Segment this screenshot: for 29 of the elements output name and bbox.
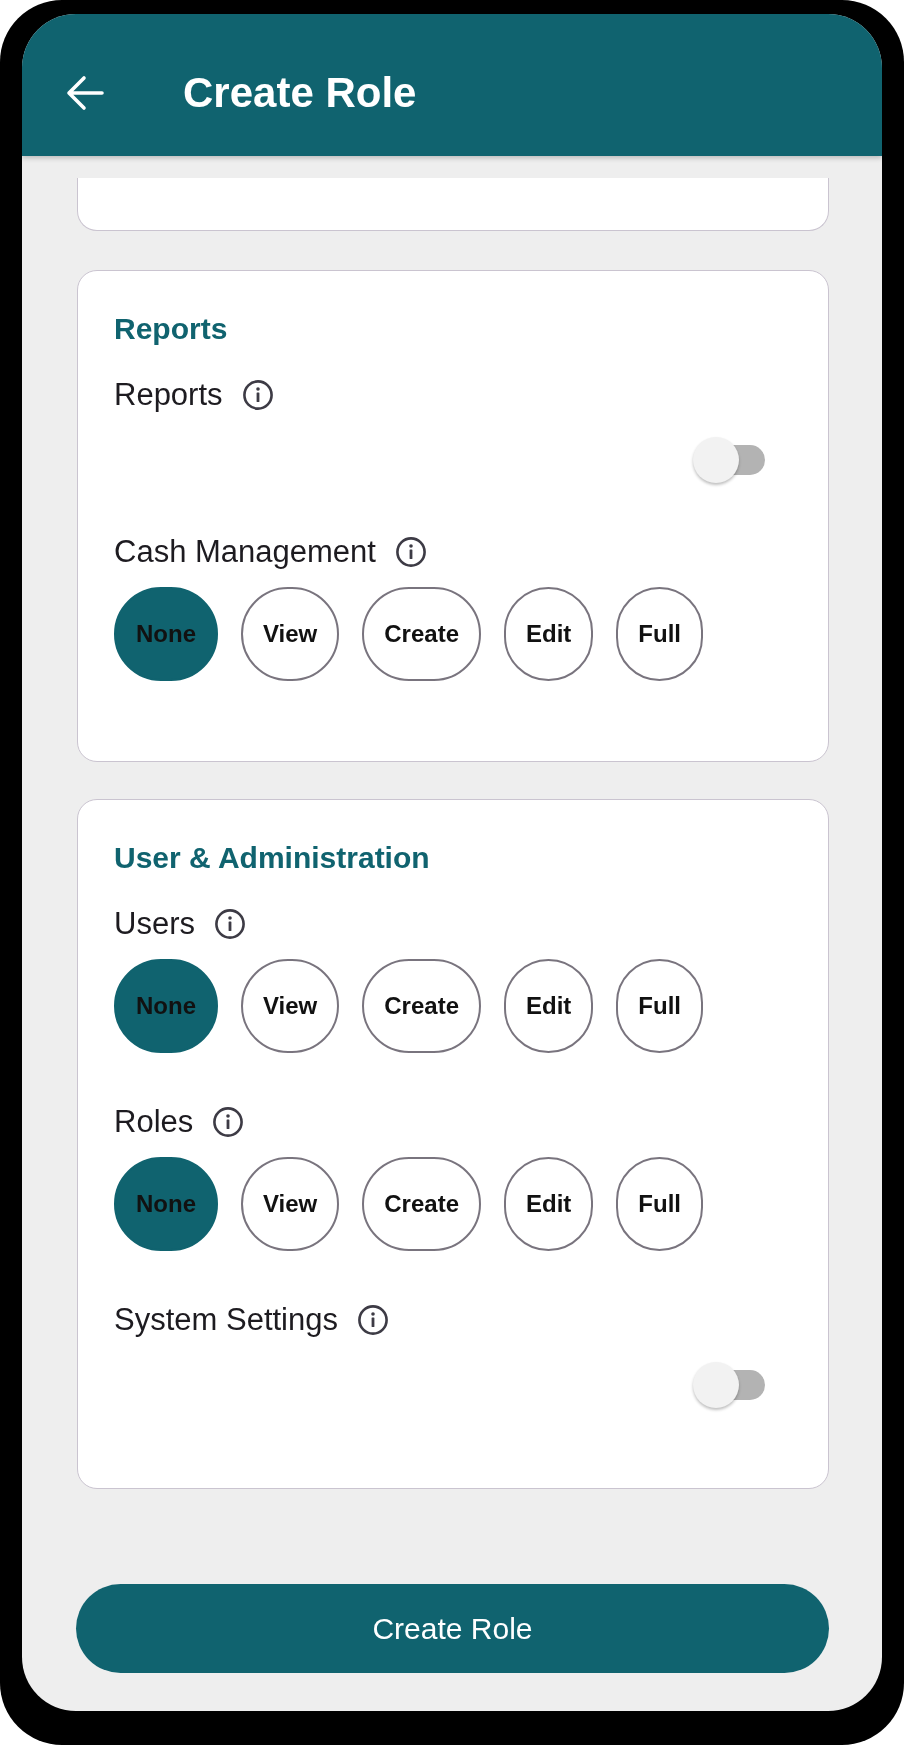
info-icon[interactable] [242,379,273,410]
access-level-button[interactable]: Edit [504,587,594,681]
access-level-button[interactable]: Create [362,1157,481,1251]
permission-label: Users [114,905,195,942]
permission-label: Cash Management [114,533,376,570]
permission-label: System Settings [114,1301,338,1338]
access-level-button[interactable]: Create [362,959,481,1053]
access-level-button[interactable]: Full [616,587,703,681]
access-level-button[interactable]: View [241,1157,340,1251]
info-icon[interactable] [214,908,245,939]
back-arrow-icon[interactable] [66,75,104,111]
section-title: User & Administration [114,840,431,876]
info-icon[interactable] [395,536,426,567]
access-level-button[interactable]: Edit [504,1157,594,1251]
permission-label: Roles [114,1103,194,1140]
create-role-button[interactable]: Create Role [76,1584,829,1673]
access-level-button[interactable]: View [241,587,340,681]
toggle-switch[interactable] [693,1362,765,1408]
access-level-button[interactable]: Edit [504,959,594,1053]
permission-label: Reports [114,376,223,413]
access-level-button[interactable]: Create [362,587,481,681]
info-icon[interactable] [358,1304,388,1335]
section-title: Reports [114,311,229,347]
toggle-switch[interactable] [693,437,765,483]
info-icon[interactable] [213,1106,244,1137]
access-level-button[interactable]: Full [616,959,703,1053]
page-title: Create Role [183,68,417,118]
access-level-button[interactable]: Full [616,1157,703,1251]
access-level-button[interactable]: View [241,959,340,1053]
